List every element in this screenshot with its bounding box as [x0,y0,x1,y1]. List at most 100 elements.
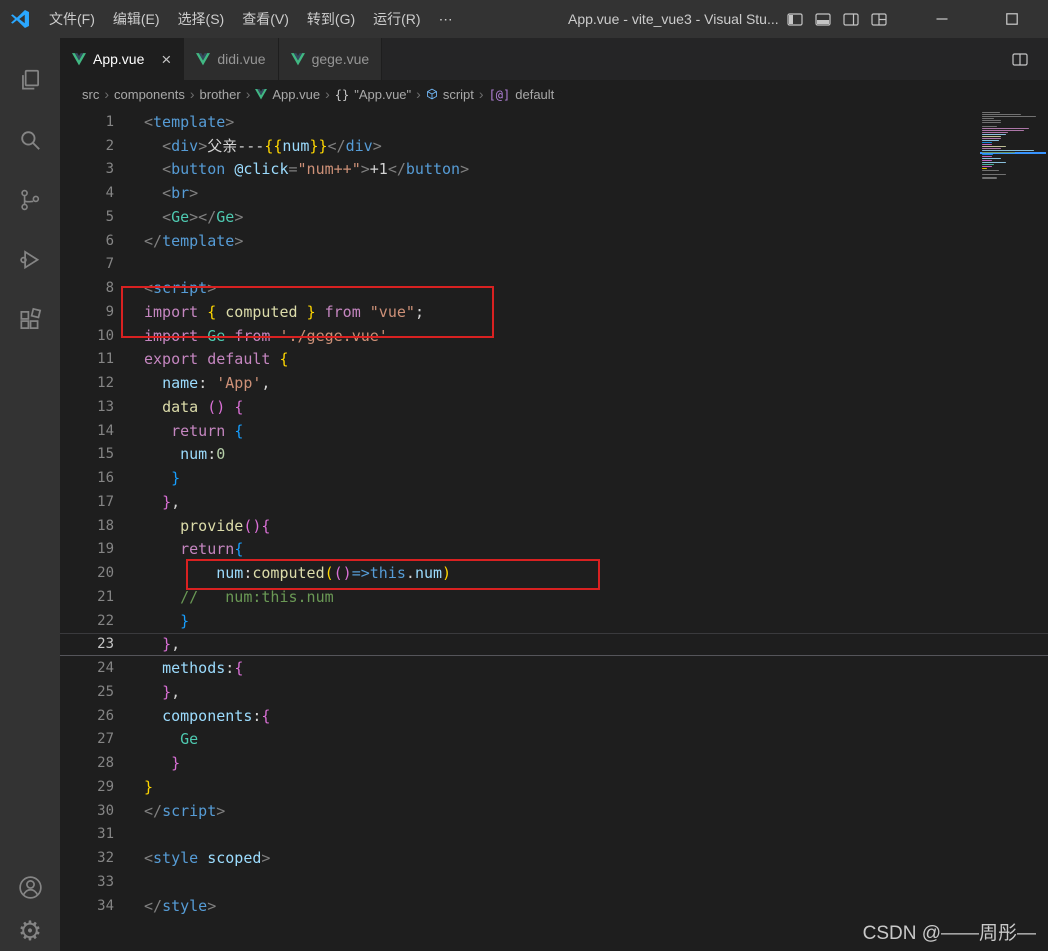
chevron-right-icon: › [478,86,484,102]
chevron-right-icon: › [245,86,251,102]
settings-gear-icon[interactable]: ⚙ [6,907,54,951]
line-content: <br> [162,184,199,203]
search-icon[interactable] [6,116,54,164]
code-line-27[interactable]: 27 Ge [60,728,1048,752]
line-number: 5 [105,208,114,225]
extensions-icon[interactable] [6,296,54,344]
breadcrumb-item-5[interactable]: script [424,87,476,102]
menu-item-6[interactable]: ⋯ [430,0,462,38]
code-line-26[interactable]: 26 components:{ [60,704,1048,728]
line-content: </script> [144,801,226,820]
code-line-1[interactable]: 1 <template> [60,110,1048,134]
line-content: } [144,777,154,796]
code-line-5[interactable]: 5 <Ge></Ge> [60,205,1048,229]
code-line-3[interactable]: 3 <button @click="num++">+1</button> [60,158,1048,182]
menu-bar: 文件(F) 编辑(E) 选择(S) 查看(V) 转到(G) 运行(R) ⋯ [40,0,462,38]
line-number: 1 [105,113,114,130]
code-line-9[interactable]: 9 import { computed } from "vue"; [60,300,1048,324]
close-icon[interactable]: × [161,51,171,68]
menu-item-3[interactable]: 查看(V) [233,0,298,38]
breadcrumb-item-6[interactable]: [@] default [487,87,557,102]
split-editor-icon[interactable] [1006,45,1034,73]
vscode-logo-icon [0,8,40,30]
code-line-19[interactable]: 19 return{ [60,538,1048,562]
code-line-17[interactable]: 17 }, [60,490,1048,514]
minimap[interactable] [980,112,1046,179]
line-content: } [171,754,181,773]
line-content: } [171,469,181,488]
code-line-30[interactable]: 30 </script> [60,799,1048,823]
code-line-6[interactable]: 6 </template> [60,229,1048,253]
code-line-2[interactable]: 2 <div>父亲---{{num}}</div> [60,134,1048,158]
run-debug-icon[interactable] [6,236,54,284]
maximize-icon[interactable] [989,0,1034,38]
code-line-14[interactable]: 14 return { [60,419,1048,443]
account-icon[interactable] [6,863,54,911]
line-content: data () { [162,397,244,416]
line-number: 28 [97,755,114,772]
menu-item-0[interactable]: 文件(F) [40,0,104,38]
line-number: 23 [97,636,114,653]
tab-bar-actions [1006,38,1048,80]
line-content: import Ge from './gege.vue' [144,326,388,345]
code-line-31[interactable]: 31 [60,823,1048,847]
code-line-4[interactable]: 4 <br> [60,181,1048,205]
breadcrumb-item-4[interactable]: {} "App.vue" [333,87,413,102]
menu-item-2[interactable]: 选择(S) [169,0,234,38]
line-number: 6 [105,232,114,249]
line-number: 17 [97,493,114,510]
tab-App.vue[interactable]: App.vue × [60,38,185,80]
code-line-10[interactable]: 10 import Ge from './gege.vue' [60,324,1048,348]
menu-item-1[interactable]: 编辑(E) [104,0,169,38]
code-line-8[interactable]: 8 <script> [60,276,1048,300]
line-number: 11 [97,351,114,368]
code-line-24[interactable]: 24 methods:{ [60,656,1048,680]
breadcrumb-item-0[interactable]: src [80,87,101,102]
breadcrumb-item-1[interactable]: components [112,87,187,102]
code-line-18[interactable]: 18 provide(){ [60,514,1048,538]
line-number: 34 [97,897,114,914]
code-line-16[interactable]: 16 } [60,466,1048,490]
code-line-13[interactable]: 13 data () { [60,395,1048,419]
tab-label: App.vue [93,51,145,67]
explorer-icon[interactable] [6,56,54,104]
line-content: return { [171,421,244,440]
breadcrumb-item-2[interactable]: brother [198,87,243,102]
toggle-secondary-sidebar-icon[interactable] [837,5,865,33]
module-icon [426,88,438,100]
line-content: <div>父亲---{{num}}</div> [162,137,382,156]
code-line-32[interactable]: 32 <style scoped> [60,846,1048,870]
line-content: Ge [180,730,199,749]
code-line-15[interactable]: 15 num:0 [60,443,1048,467]
code-line-33[interactable]: 33 [60,870,1048,894]
code-line-22[interactable]: 22 } [60,609,1048,633]
symbol-default-icon: [@] [488,87,511,102]
tab-gege.vue[interactable]: gege.vue [278,38,383,80]
tab-didi.vue[interactable]: didi.vue [184,38,279,80]
code-line-23[interactable]: 23 }, [60,632,1048,657]
code-line-7[interactable]: 7 [60,253,1048,277]
code-line-12[interactable]: 12 name: 'App', [60,371,1048,395]
code-line-21[interactable]: 21 // num:this.num [60,585,1048,609]
titlebar-actions [781,0,1034,38]
menu-item-5[interactable]: 运行(R) [364,0,429,38]
line-number: 13 [97,398,114,415]
line-number: 22 [97,612,114,629]
toggle-panel-icon[interactable] [809,5,837,33]
code-line-11[interactable]: 11 export default { [60,348,1048,372]
source-control-icon[interactable] [6,176,54,224]
breadcrumb-label: default [515,86,555,102]
toggle-sidebar-icon[interactable] [781,5,809,33]
code-line-25[interactable]: 25 }, [60,680,1048,704]
editor-group: App.vue × didi.vue gege.vue src › components ›… [60,38,1048,951]
code-line-34[interactable]: 34 </style> [60,894,1048,918]
breadcrumb-label: script [442,86,474,102]
code-line-20[interactable]: 20 num:computed(()=>this.num) [60,561,1048,585]
minimize-icon[interactable] [919,0,964,38]
breadcrumb-item-3[interactable]: App.vue [253,87,322,102]
customize-layout-icon[interactable] [865,5,893,33]
code-line-28[interactable]: 28 } [60,751,1048,775]
menu-item-4[interactable]: 转到(G) [298,0,364,38]
code-line-29[interactable]: 29} [60,775,1048,799]
chevron-right-icon: › [325,86,330,102]
